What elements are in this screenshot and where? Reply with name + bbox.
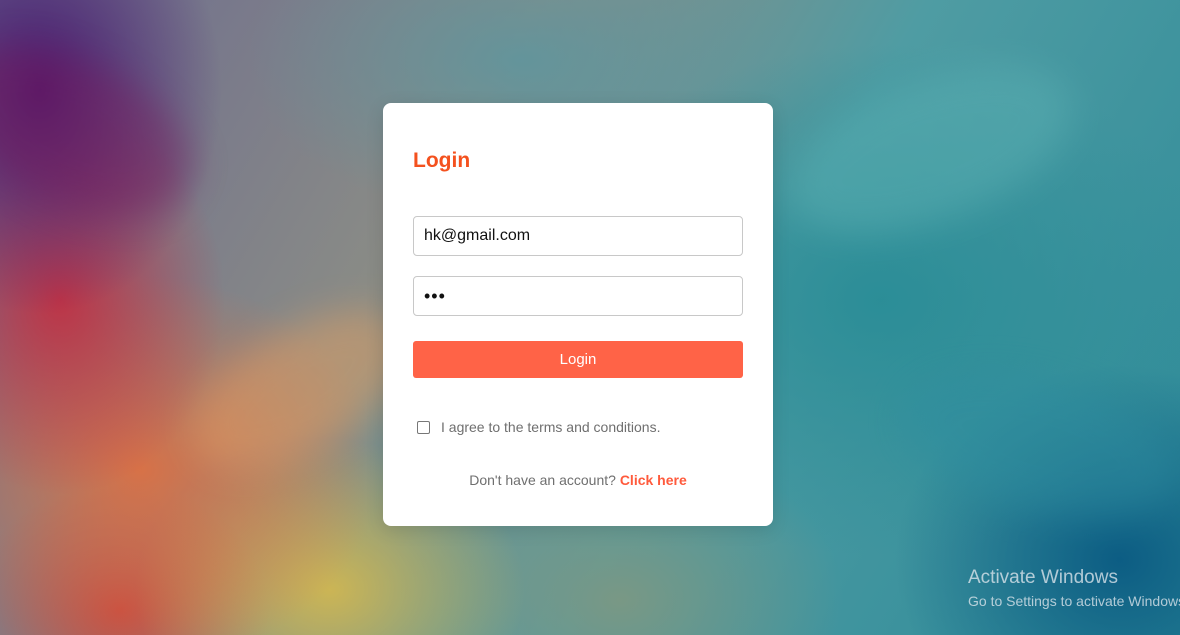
background-swirl	[765, 32, 1095, 268]
signup-link[interactable]: Click here	[620, 472, 687, 488]
terms-row: I agree to the terms and conditions.	[417, 419, 660, 435]
signup-row: Don't have an account? Click here	[383, 472, 773, 488]
password-input[interactable]: •••	[413, 276, 743, 316]
windows-activation-watermark: Activate Windows Go to Settings to activ…	[968, 567, 1180, 609]
email-input[interactable]	[413, 216, 743, 256]
background-swirl	[0, 11, 218, 249]
watermark-subtitle: Go to Settings to activate Windows.	[968, 593, 1180, 609]
login-card: Login ••• Login I agree to the terms and…	[383, 103, 773, 526]
watermark-title: Activate Windows	[968, 567, 1118, 588]
login-title: Login	[413, 149, 471, 172]
terms-checkbox[interactable]	[417, 420, 430, 434]
terms-label: I agree to the terms and conditions.	[441, 419, 661, 435]
password-mask: •••	[424, 285, 446, 306]
background-swirl	[887, 345, 1180, 545]
login-button[interactable]: Login	[413, 341, 743, 378]
signup-prompt: Don't have an account?	[469, 472, 616, 488]
